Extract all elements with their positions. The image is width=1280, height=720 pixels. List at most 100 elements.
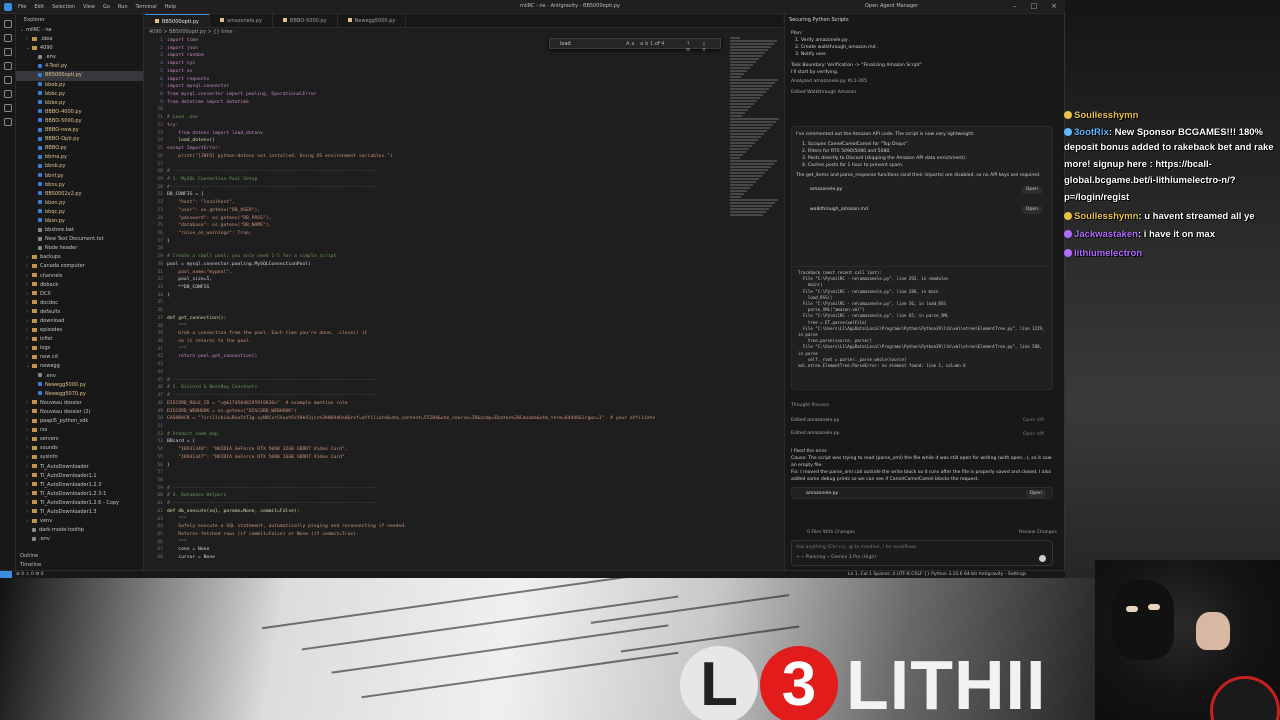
code-line[interactable]: 16 print("[INFO] python-dotenv not insta… xyxy=(145,153,729,161)
remote-explorer-icon[interactable] xyxy=(4,90,12,98)
tree-folder[interactable]: › sounds xyxy=(16,444,143,453)
code-line[interactable]: 25 "database": os.getenv("DB_NAME"), xyxy=(145,222,729,230)
code-line[interactable]: 6 import requests xyxy=(145,76,729,84)
editor-tab[interactable]: amazonele.py xyxy=(210,14,274,27)
tree-folder[interactable]: › logs xyxy=(16,344,143,353)
code-line[interactable]: 20 # ------------------------------------… xyxy=(145,184,729,192)
tree-folder[interactable]: › TI_AutoDownloader1.2.3 xyxy=(16,481,143,490)
close-icon[interactable]: × xyxy=(1051,2,1057,10)
editor-tab[interactable]: BBBO-5000.py xyxy=(273,14,338,27)
code-line[interactable]: 46 # 2. Discord & BestBuy Constants xyxy=(145,384,729,392)
open-button[interactable]: Open xyxy=(1021,186,1042,194)
tree-folder[interactable]: › TI_AutoDownloader1.2.6 - Copy xyxy=(16,499,143,508)
code-line[interactable]: 26 "raise_on_warnings": True, xyxy=(145,230,729,238)
breadcrumb[interactable]: 4090 > BB5000opti.py > {} time xyxy=(145,28,783,37)
thought-process-toggle[interactable]: Thought Process xyxy=(791,402,1053,409)
tree-folder[interactable]: › defaults xyxy=(16,308,143,317)
open-button[interactable]: Open xyxy=(1025,490,1046,498)
code-line[interactable]: 53 BBcard = { xyxy=(145,438,729,446)
code-line[interactable]: 29 # Create a small pool; you only need 1… xyxy=(145,253,729,261)
find-navigation[interactable]: ↑ ↓ ≡ × xyxy=(686,41,720,53)
code-line[interactable]: 68 cursor = None xyxy=(145,554,729,562)
code-line[interactable]: 38 """ xyxy=(145,323,729,331)
outline-section[interactable]: Outline xyxy=(16,552,144,561)
tree-file[interactable]: .env xyxy=(16,535,143,544)
code-line[interactable]: 4 import sys xyxy=(145,60,729,68)
menu-go[interactable]: Go xyxy=(103,4,110,10)
menu-file[interactable]: File xyxy=(18,4,26,10)
tree-file[interactable]: bbeb.py xyxy=(16,81,143,90)
code-line[interactable]: 39 Grab a connection from the pool. Each… xyxy=(145,330,729,338)
code-line[interactable]: 8 from mysql.connector import pooling, Op… xyxy=(145,91,729,99)
tree-file[interactable]: Newegg5000.py xyxy=(16,381,143,390)
code-line[interactable]: 44 xyxy=(145,369,729,377)
tree-file[interactable]: 4-Test.py xyxy=(16,62,143,71)
code-line[interactable]: 59 # ------------------------------------… xyxy=(145,485,729,493)
menu-run[interactable]: Run xyxy=(118,4,128,10)
code-line[interactable]: 56} xyxy=(145,462,729,470)
tree-folder[interactable]: › dbback xyxy=(16,281,143,290)
code-line[interactable]: 11 # Load .env xyxy=(145,114,729,122)
code-line[interactable]: 60 # 3. Database Helpers xyxy=(145,492,729,500)
code-line[interactable]: 66 """ xyxy=(145,539,729,547)
code-line[interactable]: 42 return pool.get_connection() xyxy=(145,353,729,361)
code-line[interactable]: 64 Safely execute a SQL statement, autom… xyxy=(145,523,729,531)
tree-file[interactable]: bbns.py xyxy=(16,181,143,190)
code-line[interactable]: 18 # ------------------------------------… xyxy=(145,168,729,176)
run-debug-icon[interactable] xyxy=(4,62,12,70)
code-line[interactable]: 58 xyxy=(145,477,729,485)
code-line[interactable]: 30 pool = mysql.connector.pooling.MySQLCo… xyxy=(145,261,729,269)
tree-file[interactable]: BBBO.py xyxy=(16,144,143,153)
code-line[interactable]: 9 from datetime import datetime xyxy=(145,99,729,107)
minimize-icon[interactable]: – xyxy=(1013,2,1017,10)
model-selector[interactable]: + ⌁ Planning ⌁ Gemini 3 Pro (High) xyxy=(796,555,876,560)
code-line[interactable]: 31 pool_name="mypool", xyxy=(145,269,729,277)
edited-step[interactable]: Edited amazonele.py xyxy=(791,430,1053,437)
code-line[interactable]: 37 def get_connection(): xyxy=(145,315,729,323)
tree-file[interactable]: Newegg5070.py xyxy=(16,390,143,399)
minimap[interactable] xyxy=(730,37,780,237)
timeline-section[interactable]: Timeline xyxy=(16,561,144,570)
menu-view[interactable]: View xyxy=(83,4,95,10)
code-line[interactable]: 50 CASHBACK = "?irclickid=Rxo5tT3g-xyN0Cx… xyxy=(145,415,729,423)
editor-tab[interactable]: BB5000opti.py xyxy=(145,14,210,27)
code-line[interactable]: 32 pool_size=5, xyxy=(145,276,729,284)
code-line[interactable]: 23 "user": os.getenv("DB_USER"), xyxy=(145,207,729,215)
editor-tab[interactable]: Newegg5000.py xyxy=(338,14,407,27)
tree-folder[interactable]: › TI_AutoDownloader1.3 xyxy=(16,508,143,517)
code-line[interactable]: 49 DISCORD_WEBHOOK = os.getenv("DISCORD_W… xyxy=(145,408,729,416)
code-line[interactable]: 27} xyxy=(145,238,729,246)
search-icon[interactable] xyxy=(4,34,12,42)
review-changes-button[interactable]: Review Changes xyxy=(1019,530,1057,535)
code-line[interactable]: 55 "18931347": "NVIDIA GeForce RTX 5080 … xyxy=(145,454,729,462)
file-card[interactable]: walkthrough_amazon.md Open xyxy=(796,204,1048,216)
tree-file[interactable]: BBS0002v2.py xyxy=(16,190,143,199)
tree-folder[interactable]: › episodes xyxy=(16,326,143,335)
code-line[interactable]: 65 Returns fetched rows (if commit=False… xyxy=(145,531,729,539)
testing-icon[interactable] xyxy=(4,104,12,112)
code-line[interactable]: 28 xyxy=(145,245,729,253)
tree-folder[interactable]: › TI_AutoDownloader xyxy=(16,463,143,472)
tree-folder[interactable]: › channels xyxy=(16,272,143,281)
open-diff-link[interactable]: Open diff xyxy=(1023,432,1044,437)
tree-folder[interactable]: › paapi5_python_sdk xyxy=(16,417,143,426)
code-line[interactable]: 15 except ImportError: xyxy=(145,145,729,153)
tree-folder[interactable]: › venv xyxy=(16,517,143,526)
code-view[interactable]: 1 import time 2 import json 3 import random 4 i… xyxy=(145,37,729,570)
code-line[interactable]: 67 conn = None xyxy=(145,546,729,554)
send-icon[interactable] xyxy=(1039,555,1046,562)
tree-file[interactable]: bbstore.bat xyxy=(16,226,143,235)
tree-folder[interactable]: › infist xyxy=(16,335,143,344)
find-input[interactable]: load xyxy=(560,41,571,47)
tree-file[interactable]: bbqc.py xyxy=(16,208,143,217)
tree-folder[interactable]: › Canada computer xyxy=(16,262,143,271)
code-line[interactable]: 63 """ xyxy=(145,516,729,524)
tree-file[interactable]: bbnf.py xyxy=(16,172,143,181)
code-line[interactable]: 14 load_dotenv() xyxy=(145,137,729,145)
code-line[interactable]: 22 "host": "localhost", xyxy=(145,199,729,207)
file-card[interactable]: amazonele.py Open xyxy=(791,487,1053,499)
code-line[interactable]: 41 """ xyxy=(145,346,729,354)
edited-step[interactable]: Edited Walkthrough Amazon xyxy=(791,89,1053,96)
tree-file[interactable]: .env xyxy=(16,53,143,62)
tree-folder[interactable]: › servers xyxy=(16,435,143,444)
